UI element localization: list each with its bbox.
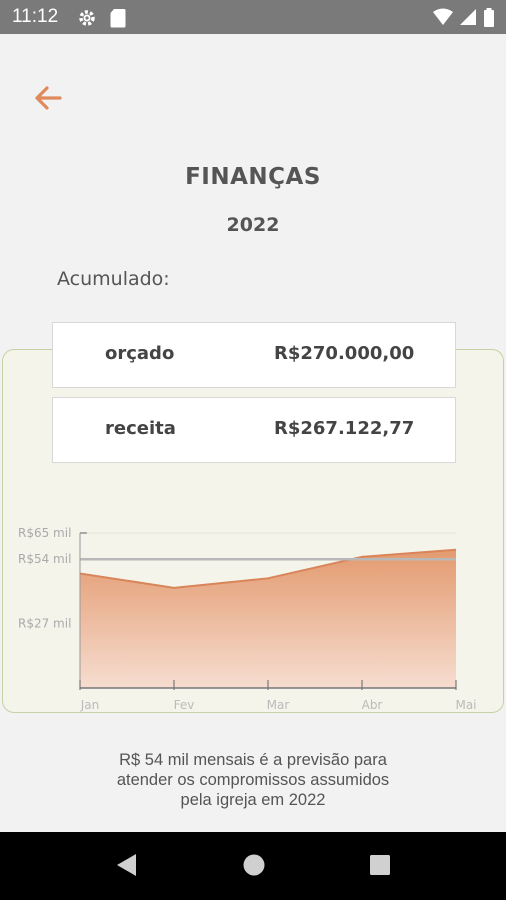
wifi-icon [433, 8, 453, 25]
cell-signal-icon [460, 9, 476, 25]
budget-value: R$270.000,00 [274, 343, 415, 364]
forecast-note: R$ 54 mil mensais é a previsão para aten… [60, 750, 446, 810]
monthly-revenue-chart: R$65 mil R$54 mil R$27 mil Jan Fev Mar Abr Mai [18, 526, 477, 712]
settings-gear-icon [79, 10, 95, 26]
x-tick-label: Mar [267, 698, 290, 712]
nav-recents-icon[interactable] [369, 852, 391, 878]
system-nav-bar [0, 832, 506, 900]
page-year: 2022 [226, 214, 280, 236]
forecast-note-line: atender os compromissos assumidos [116, 771, 390, 789]
x-tick-label: Mai [455, 698, 476, 712]
budget-card: orçado R$270.000,00 [52, 322, 456, 388]
budget-label: orçado [105, 343, 175, 364]
y-tick-label: R$27 mil [18, 617, 71, 631]
revenue-card: receita R$267.122,77 [52, 397, 456, 463]
status-bar: 11:12 [0, 0, 506, 34]
x-tick-label: Jan [80, 698, 100, 712]
x-tick-label: Abr [362, 698, 383, 712]
page-title: FINANÇAS [185, 164, 321, 190]
y-tick-label: R$54 mil [18, 552, 71, 566]
accumulated-label: Acumulado: [57, 268, 170, 290]
nav-back-icon[interactable] [114, 852, 138, 878]
forecast-note-line: pela igreja em 2022 [180, 791, 326, 809]
forecast-note-line: R$ 54 mil mensais é a previsão para [119, 751, 387, 769]
y-tick-label: R$65 mil [18, 526, 71, 540]
revenue-label: receita [105, 418, 176, 439]
nav-home-icon[interactable] [242, 852, 266, 878]
x-tick-label: Fev [174, 698, 195, 712]
revenue-area [80, 549, 456, 688]
revenue-value: R$267.122,77 [274, 418, 415, 439]
battery-icon [484, 8, 494, 27]
status-time: 11:12 [12, 6, 59, 27]
back-arrow-icon[interactable] [30, 82, 66, 114]
sd-card-icon [110, 9, 126, 28]
